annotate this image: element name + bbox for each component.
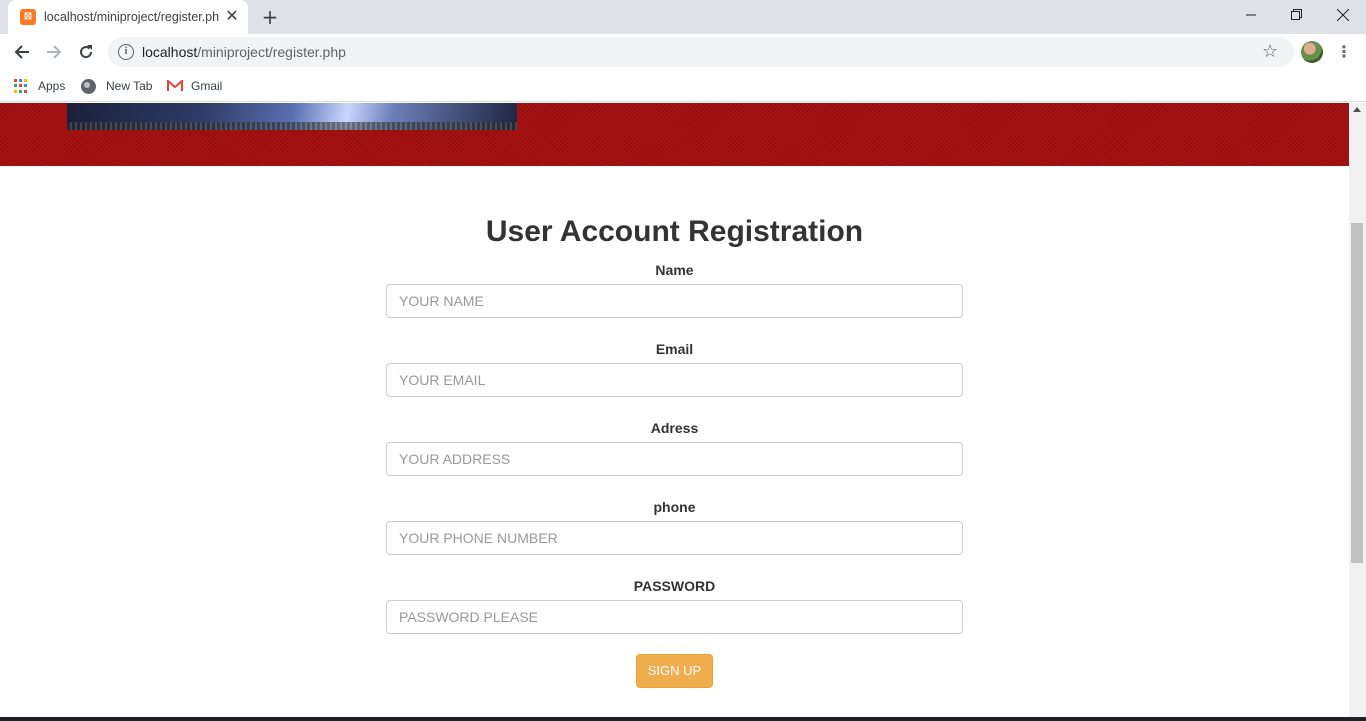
page-scrollbar[interactable] [1349, 103, 1366, 717]
back-arrow-icon[interactable] [8, 38, 36, 66]
name-input[interactable] [386, 284, 963, 318]
site-header-banner [0, 103, 1349, 166]
url-path: /miniproject/register.php [197, 44, 346, 60]
password-input[interactable] [386, 600, 963, 634]
bookmark-new-tab-label: New Tab [106, 79, 153, 93]
url-text[interactable]: localhost/miniproject/register.php [142, 44, 346, 60]
site-info-icon[interactable]: i [118, 44, 134, 60]
bookmark-gmail[interactable]: Gmail [167, 76, 222, 96]
tab-strip: ⊠ localhost/miniproject/register.php ✕ + [0, 0, 1366, 34]
bookmarks-bar: Apps New Tab Gmail [0, 70, 1366, 102]
browser-menu-icon[interactable]: ⋮ [1336, 40, 1352, 64]
globe-icon [81, 78, 96, 94]
phone-input[interactable] [386, 521, 963, 555]
browser-toolbar: i localhost/miniproject/register.php ☆ ⋮ [0, 34, 1366, 70]
address-bar[interactable]: i localhost/miniproject/register.php ☆ [108, 37, 1294, 67]
bookmark-apps[interactable]: Apps [14, 76, 65, 96]
scrollbar-thumb[interactable] [1351, 223, 1363, 563]
email-label: Email [655, 341, 694, 357]
phone-label: phone [653, 499, 696, 515]
close-tab-icon[interactable]: ✕ [224, 8, 240, 24]
window-bottom-edge [0, 717, 1366, 721]
url-host: localhost [142, 44, 198, 60]
restore-window-icon[interactable] [1274, 0, 1320, 30]
bookmark-apps-label: Apps [38, 79, 66, 93]
reload-icon[interactable] [72, 38, 100, 66]
address-label: Adress [650, 420, 699, 436]
bookmark-star-icon[interactable]: ☆ [1262, 41, 1278, 62]
password-label: PASSWORD [633, 578, 716, 594]
browser-tab[interactable]: ⊠ localhost/miniproject/register.php ✕ [8, 0, 248, 34]
gmail-icon [167, 80, 183, 92]
name-label: Name [655, 262, 694, 278]
new-tab-icon[interactable]: + [258, 6, 282, 28]
sign-up-button[interactable]: SIGN UP [636, 654, 713, 688]
page-title: User Account Registration [485, 215, 864, 248]
header-image [67, 103, 517, 130]
email-input[interactable] [386, 363, 963, 397]
address-input[interactable] [386, 442, 963, 476]
apps-grid-icon [14, 79, 28, 93]
page-viewport: User Account Registration Name Email Adr… [0, 103, 1349, 717]
xampp-favicon-icon: ⊠ [20, 9, 36, 25]
close-window-icon[interactable] [1320, 0, 1366, 30]
minimize-window-icon[interactable] [1228, 0, 1274, 30]
profile-avatar[interactable] [1301, 41, 1323, 63]
scroll-up-arrow-icon[interactable] [1353, 107, 1361, 112]
bookmark-gmail-label: Gmail [191, 79, 223, 93]
tab-title: localhost/miniproject/register.php [44, 10, 220, 24]
bookmark-new-tab[interactable]: New Tab [81, 76, 152, 96]
forward-arrow-icon[interactable] [40, 38, 68, 66]
